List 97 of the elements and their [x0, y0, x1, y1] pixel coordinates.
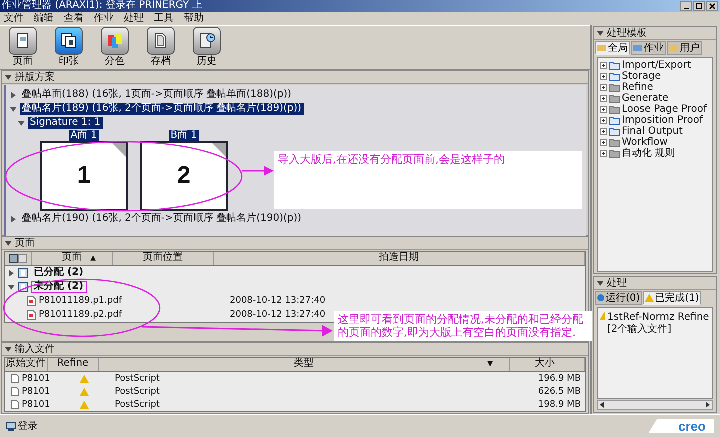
page-group[interactable]: 已分配 (2) — [31, 267, 87, 279]
size-cell-text: 626.5 MB — [537, 386, 582, 396]
template-item[interactable]: Loose Page Proof — [622, 104, 708, 115]
surface-label: B面 1 — [168, 130, 200, 141]
corner-fold-icon — [112, 143, 126, 157]
column-header[interactable]: 原始文件 — [5, 358, 48, 371]
expander-icon[interactable] — [10, 216, 17, 222]
logo: creo — [648, 418, 714, 434]
template-item[interactable]: 自动化 规则 — [622, 148, 676, 159]
expander-icon[interactable] — [8, 270, 15, 276]
panel-title: 处理 — [607, 278, 627, 288]
column-header[interactable]: 拍造日期 — [214, 252, 585, 265]
surface-label: A面 1 — [68, 130, 100, 141]
expander-icon[interactable] — [8, 284, 15, 290]
maximize-button[interactable] — [693, 1, 705, 11]
template-item[interactable]: Storage — [622, 71, 662, 82]
column-header[interactable]: 页面位置 — [113, 252, 214, 265]
warning-icon — [645, 294, 654, 302]
expand-icon[interactable] — [600, 84, 607, 91]
section-title: 输入文件 — [15, 344, 55, 354]
signature-row[interactable]: 叠帖名片(190) (16张, 2个页面->页面顺序 叠帖名片(190)(p)) — [20, 213, 304, 225]
panel-title: 处理模板 — [607, 28, 647, 38]
pdf-icon — [27, 296, 36, 306]
menu-item[interactable]: 编辑 — [34, 12, 54, 24]
expander-icon[interactable] — [10, 106, 17, 112]
menu-item[interactable]: 作业 — [94, 12, 114, 24]
scroll-left-icon[interactable] — [599, 402, 605, 408]
pdf-icon — [27, 310, 36, 320]
collapse-icon[interactable] — [597, 280, 604, 286]
pdf-file-item[interactable]: P81011189.p1.pdf — [27, 296, 227, 306]
menu-item[interactable]: 帮助 — [184, 12, 204, 24]
file-name-cell: P8101 — [5, 386, 53, 396]
file-name-cell: P8101 — [5, 374, 53, 384]
file-name-cell: P8101 — [5, 400, 53, 410]
type-cell-text: PostScript — [114, 386, 161, 396]
tab[interactable]: 全局 — [595, 41, 630, 55]
collapse-icon[interactable] — [5, 240, 12, 246]
computer-icon — [6, 422, 16, 430]
menu-item[interactable]: 处理 — [124, 12, 144, 24]
template-item[interactable]: Imposition Proof — [622, 115, 703, 126]
size-cell-text: 198.9 MB — [537, 400, 582, 410]
section-title: 拼版方案 — [15, 72, 55, 82]
signature-row[interactable]: 叠帖单面(188) (16张, 1页面->页面顺序 叠帖单面(188)(p)) — [20, 89, 294, 101]
sheet-page[interactable]: 1 — [40, 141, 128, 211]
corner-fold-icon — [212, 143, 226, 157]
login-status[interactable]: 登录 — [6, 419, 38, 433]
expand-icon[interactable] — [600, 73, 607, 80]
annotation-arrow — [242, 166, 274, 176]
menu-item[interactable]: 查看 — [64, 12, 84, 24]
section-title: 页面 — [15, 238, 35, 248]
type-cell-text: PostScript — [114, 374, 161, 384]
template-item[interactable]: Final Output — [622, 126, 683, 137]
tab[interactable]: 用户 — [667, 41, 702, 55]
type-cell-text: PostScript — [114, 400, 161, 410]
template-item[interactable]: Import/Export — [622, 60, 692, 71]
close-icon — [708, 2, 716, 10]
menu-item[interactable]: 工具 — [154, 12, 174, 24]
column-header[interactable]: Refine — [48, 358, 99, 371]
clock-document-icon — [198, 32, 216, 50]
expand-icon[interactable] — [600, 139, 607, 146]
expand-icon[interactable] — [600, 95, 607, 102]
signature-label[interactable]: Signature 1: 1 — [28, 117, 103, 129]
collapse-icon[interactable] — [597, 30, 604, 36]
close-button[interactable] — [706, 1, 718, 11]
pdf-file-item[interactable]: P81011189.p2.pdf — [27, 310, 227, 320]
scroll-right-icon[interactable] — [705, 402, 711, 408]
sheet-page[interactable]: 2 — [140, 141, 228, 211]
expand-icon[interactable] — [600, 150, 607, 157]
date-cell: 2008-10-12 13:27:40 — [230, 310, 326, 320]
expander-icon[interactable] — [10, 92, 17, 98]
annotation-note: 这里即可看到页面的分配情况,未分配的和已经分配的页面的数字,即为大版上有空白的页面没有指定. — [334, 311, 592, 341]
date-cell: 2008-10-12 13:27:40 — [230, 296, 326, 306]
template-item[interactable]: Generate — [622, 93, 669, 104]
collapse-icon[interactable] — [5, 346, 12, 352]
tab[interactable]: 作业 — [631, 41, 666, 55]
tab[interactable]: 已完成(1) — [643, 291, 702, 305]
minimize-button[interactable] — [680, 1, 692, 11]
horizontal-scrollbar[interactable] — [597, 400, 713, 410]
expander-icon[interactable] — [18, 120, 25, 126]
expand-icon[interactable] — [600, 117, 607, 124]
maximize-icon — [696, 2, 702, 10]
expand-icon[interactable] — [600, 106, 607, 113]
size-cell-text: 196.9 MB — [537, 374, 582, 384]
annotation-note: 导入大版后,在还没有分配页面前,会是这样子的 — [274, 151, 582, 209]
window-title: 作业管理器 (ARAXI1): 登录在 PRINERGY 上 — [2, 0, 202, 12]
tab[interactable]: 运行(0) — [595, 291, 642, 305]
template-item[interactable]: Refine — [622, 82, 654, 93]
collapse-icon[interactable] — [5, 74, 12, 80]
column-header[interactable]: 大小 — [510, 358, 585, 371]
status-dot-icon — [597, 294, 605, 302]
expand-icon[interactable] — [600, 128, 607, 135]
color-sheets-icon — [106, 32, 124, 50]
expand-icon[interactable] — [600, 62, 607, 69]
template-item[interactable]: Workflow — [622, 137, 668, 148]
menu-item[interactable]: 文件 — [4, 12, 24, 24]
signature-row[interactable]: 叠帖名片(189) (16张, 2个页面->页面顺序 叠帖名片(189)(p)) — [20, 103, 304, 115]
stacked-sheets-icon — [60, 32, 78, 50]
